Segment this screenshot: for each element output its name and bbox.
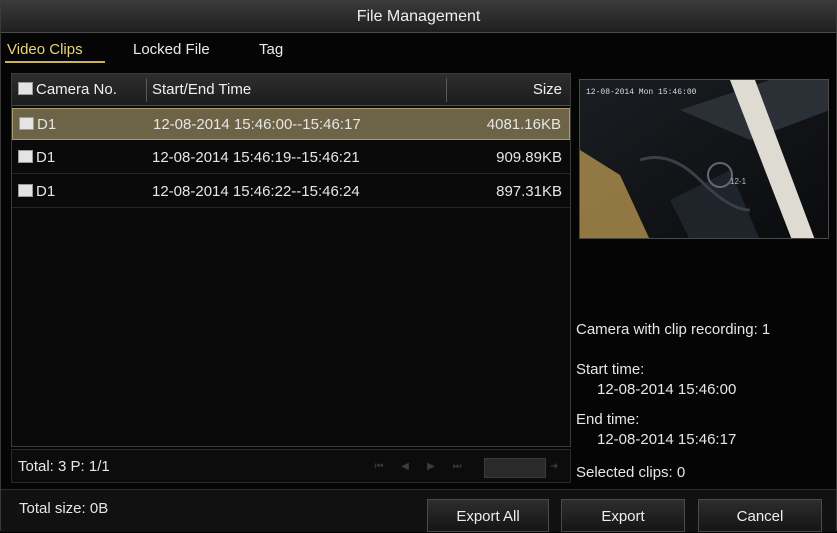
row-camera: D1 <box>18 176 55 208</box>
start-time-label: Start time: <box>576 361 645 378</box>
row-checkbox[interactable] <box>18 150 33 163</box>
file-management-window: File Management Video Clips Locked File … <box>0 0 837 532</box>
total-size-label: Total size: 0B <box>19 500 109 517</box>
table-row[interactable]: D1 12-08-2014 15:46:00--15:46:17 4081.16… <box>12 108 570 140</box>
select-all-checkbox[interactable] <box>18 82 33 95</box>
row-camera-label: D1 <box>37 116 57 133</box>
tab-tag[interactable]: Tag <box>259 41 283 58</box>
row-checkbox[interactable] <box>19 117 34 130</box>
row-size: 909.89KB <box>496 149 562 166</box>
row-camera-label: D1 <box>36 149 56 166</box>
list-header: Camera No. Start/End Time Size <box>12 74 570 106</box>
header-time: Start/End Time <box>152 81 252 98</box>
last-page-icon[interactable]: ⏭ <box>450 460 464 474</box>
row-camera-label: D1 <box>36 183 56 200</box>
header-divider <box>446 78 447 102</box>
page-number-input[interactable] <box>484 458 546 478</box>
export-all-button[interactable]: Export All <box>427 499 549 532</box>
header-camera-label: Camera No. <box>36 81 117 98</box>
table-row[interactable]: D1 12-08-2014 15:46:22--15:46:24 897.31K… <box>12 176 570 208</box>
row-time: 12-08-2014 15:46:19--15:46:21 <box>152 149 360 166</box>
row-size: 897.31KB <box>496 183 562 200</box>
start-time-value: 12-08-2014 15:46:00 <box>597 381 737 398</box>
preview-frame: 12-08-2014 Mon 15:46:00 12-1 <box>580 80 828 238</box>
row-checkbox[interactable] <box>18 184 33 197</box>
camera-recording-info: Camera with clip recording: 1 <box>576 321 771 338</box>
clip-list: Camera No. Start/End Time Size D1 12-08-… <box>11 73 571 447</box>
osd-camera-label: 12-1 <box>730 177 747 186</box>
header-camera: Camera No. <box>18 74 117 106</box>
pager: ⏮ ◀ ▶ ⏭ ➜ <box>372 458 564 478</box>
window-title: File Management <box>1 1 836 33</box>
header-divider <box>146 78 147 102</box>
row-camera: D1 <box>18 142 55 174</box>
tab-bar: Video Clips Locked File Tag <box>1 35 836 67</box>
row-time: 12-08-2014 15:46:22--15:46:24 <box>152 183 360 200</box>
tab-video-clips[interactable]: Video Clips <box>7 41 83 58</box>
header-size: Size <box>532 81 562 98</box>
osd-timestamp: 12-08-2014 Mon 15:46:00 <box>586 88 697 97</box>
prev-page-icon[interactable]: ◀ <box>398 460 412 474</box>
end-time-value: 12-08-2014 15:46:17 <box>597 431 737 448</box>
row-time: 12-08-2014 15:46:00--15:46:17 <box>153 116 361 133</box>
go-page-icon[interactable]: ➜ <box>550 461 564 475</box>
video-preview: 12-08-2014 Mon 15:46:00 12-1 <box>579 79 829 239</box>
total-pages-label: Total: 3 P: 1/1 <box>18 458 110 475</box>
row-size: 4081.16KB <box>486 116 561 133</box>
selected-clips-count: Selected clips: 0 <box>576 464 686 481</box>
next-page-icon[interactable]: ▶ <box>424 460 438 474</box>
list-footer: Total: 3 P: 1/1 ⏮ ◀ ▶ ⏭ ➜ <box>11 449 571 483</box>
tab-locked-file[interactable]: Locked File <box>133 41 210 58</box>
cancel-button[interactable]: Cancel <box>698 499 822 532</box>
active-tab-indicator <box>5 61 105 63</box>
export-button[interactable]: Export <box>561 499 685 532</box>
first-page-icon[interactable]: ⏮ <box>372 460 386 474</box>
row-camera: D1 <box>19 109 56 141</box>
table-row[interactable]: D1 12-08-2014 15:46:19--15:46:21 909.89K… <box>12 142 570 174</box>
end-time-label: End time: <box>576 411 640 428</box>
